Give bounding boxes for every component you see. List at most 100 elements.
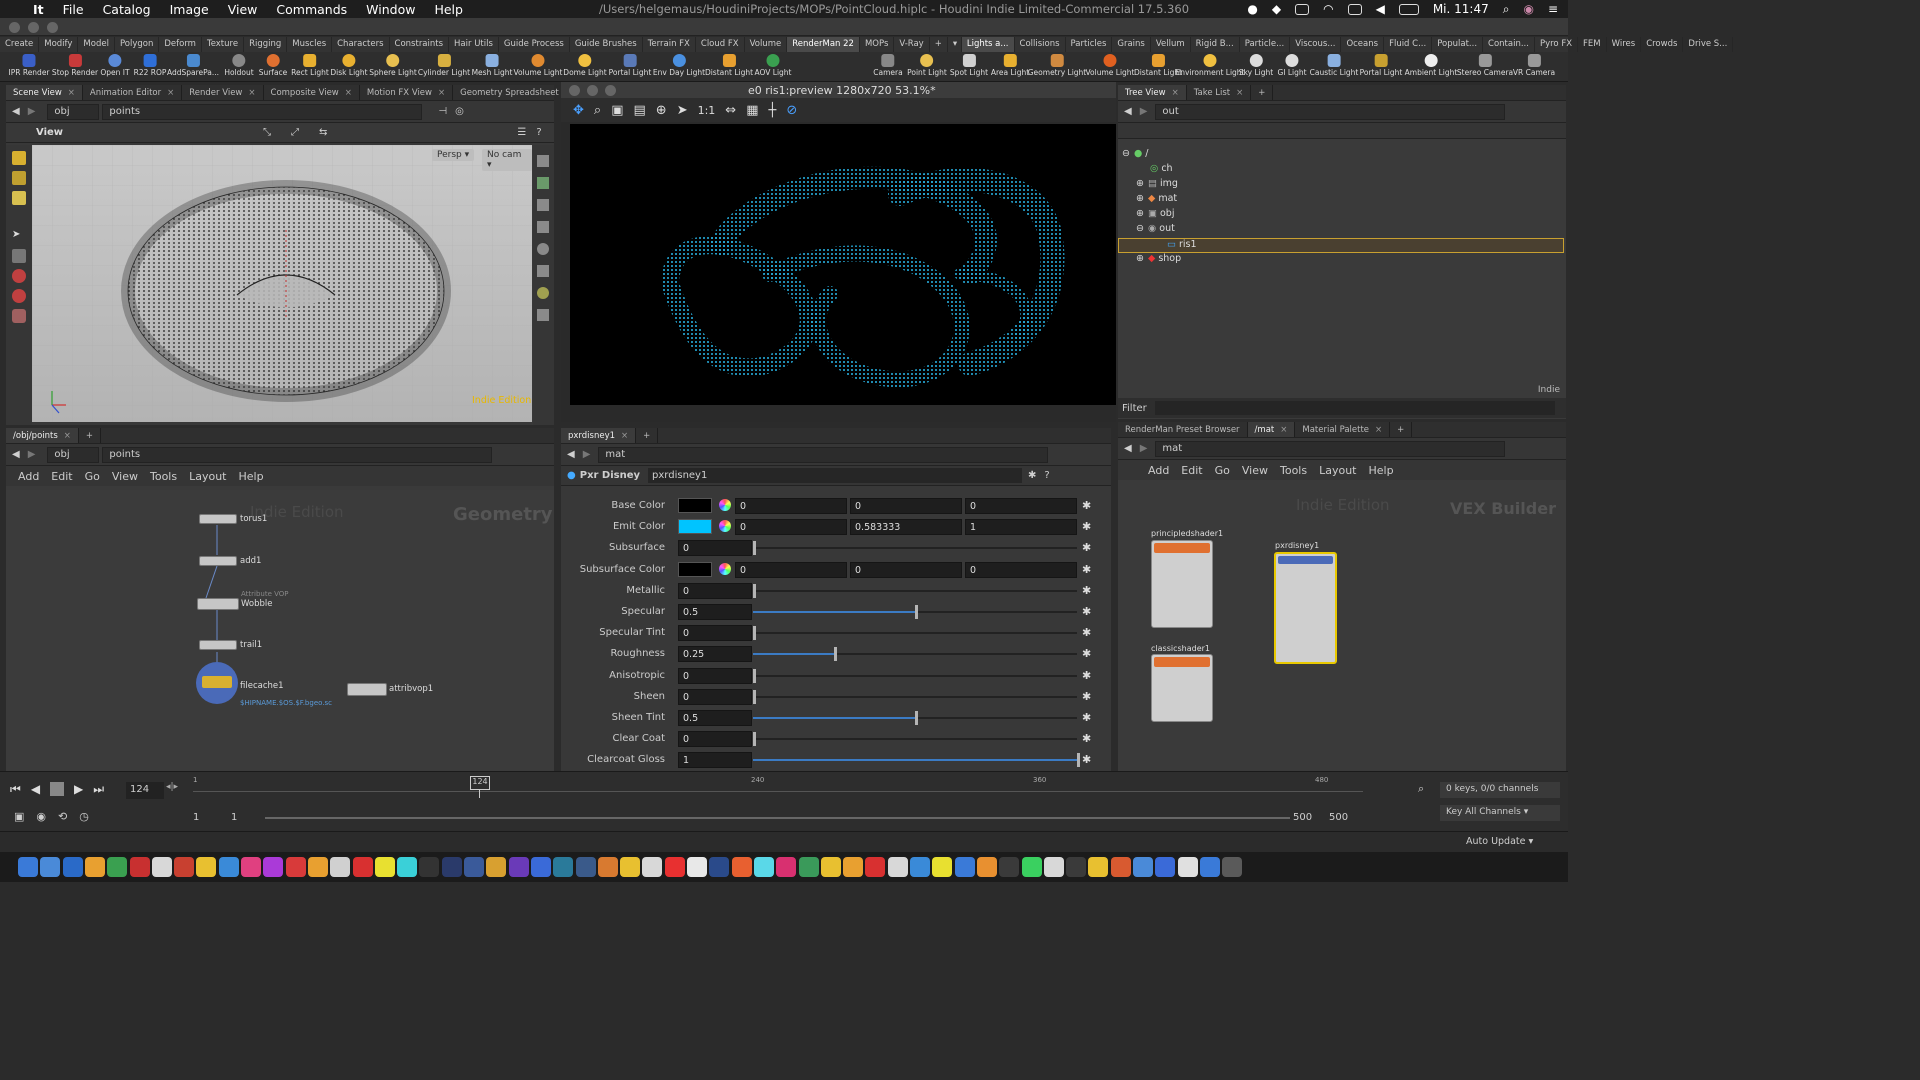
- menu-layout[interactable]: Layout: [1319, 464, 1356, 477]
- pointer-icon-2[interactable]: ➤: [677, 103, 688, 118]
- distant-light-button[interactable]: Distant Light: [705, 54, 753, 77]
- add-tab-button[interactable]: +: [79, 428, 102, 443]
- step-arrows-icon[interactable]: ◂|▸: [166, 782, 178, 792]
- back-arrow-icon[interactable]: ◀: [12, 449, 20, 460]
- key-mode-select[interactable]: Key All Channels ▾: [1440, 805, 1560, 821]
- dropbox-icon[interactable]: ◆: [1272, 2, 1281, 16]
- network-path-root[interactable]: obj: [47, 446, 100, 463]
- dock-app-icon[interactable]: [1155, 857, 1176, 877]
- shelf-tab[interactable]: Pyro FX: [1535, 37, 1579, 52]
- close-window-button[interactable]: [9, 22, 20, 33]
- menu-file[interactable]: File: [63, 2, 84, 17]
- crosshair-icon[interactable]: ┼: [769, 103, 777, 118]
- current-frame-marker[interactable]: 124: [470, 776, 490, 790]
- dock-app-icon[interactable]: [1066, 857, 1087, 877]
- menu-tools[interactable]: Tools: [1280, 464, 1307, 477]
- notification-icon[interactable]: ≡: [1548, 2, 1558, 16]
- help-icon[interactable]: ?: [536, 127, 541, 138]
- jump-start-icon[interactable]: ⏮: [10, 782, 21, 797]
- menu-commands[interactable]: Commands: [276, 2, 347, 17]
- dock-app-icon[interactable]: [620, 857, 641, 877]
- select-icon[interactable]: [12, 151, 26, 165]
- render-minimize-button[interactable]: [587, 84, 598, 96]
- gear-icon[interactable]: ✱: [1082, 541, 1091, 554]
- menu-catalog[interactable]: Catalog: [103, 2, 151, 17]
- menu-view[interactable]: View: [112, 470, 138, 483]
- shelf-tab[interactable]: Hair Utils: [449, 37, 499, 52]
- play-back-icon[interactable]: ◀: [31, 782, 40, 797]
- dock-app-icon[interactable]: [887, 857, 908, 877]
- dock-app-icon[interactable]: [397, 857, 418, 877]
- dock-app-icon[interactable]: [419, 857, 440, 877]
- pointer-icon[interactable]: ➤: [12, 229, 26, 243]
- dock-app-icon[interactable]: [241, 857, 261, 877]
- node-attribvop1[interactable]: [347, 683, 387, 696]
- color-swatch[interactable]: [678, 519, 712, 535]
- shelf-menu-icon[interactable]: ▾: [948, 37, 962, 52]
- shelf-tab[interactable]: Characters: [332, 37, 390, 52]
- rect-light-button[interactable]: Rect Light: [291, 54, 329, 77]
- menu-help[interactable]: Help: [239, 470, 264, 483]
- zoom-window-button[interactable]: [47, 22, 58, 33]
- add-spare-params-button[interactable]: AddSparePa...: [167, 54, 219, 77]
- slider-handle[interactable]: [753, 732, 756, 747]
- one-to-one-icon[interactable]: 1:1: [698, 104, 716, 117]
- range-start[interactable]: 1: [193, 812, 199, 823]
- range-end-2[interactable]: 500: [1329, 812, 1348, 823]
- param-value-field[interactable]: 0.5: [678, 710, 752, 726]
- caustic-light-button[interactable]: Caustic Light: [1310, 54, 1358, 77]
- audio-icon[interactable]: ◉: [36, 810, 46, 823]
- color-swatch[interactable]: [678, 561, 712, 577]
- node-torus1[interactable]: [199, 514, 237, 524]
- env-day-light-button[interactable]: Env Day Light: [653, 54, 705, 77]
- dock-app-icon[interactable]: [352, 857, 373, 877]
- shelf-tab[interactable]: Texture: [202, 37, 245, 52]
- clock-icon[interactable]: ◷: [79, 810, 89, 823]
- tab-animation-editor[interactable]: Animation Editor ×: [83, 85, 183, 100]
- shelf-tab[interactable]: Terrain FX: [643, 37, 696, 52]
- dock-app-icon[interactable]: [954, 857, 975, 877]
- shelf-tab[interactable]: Muscles: [287, 37, 333, 52]
- shelf-tab[interactable]: Particles: [1066, 37, 1113, 52]
- shelf-tab[interactable]: Vellum: [1151, 37, 1191, 52]
- shelf-tab[interactable]: Rigging: [244, 37, 288, 52]
- dock-app-icon[interactable]: [1177, 857, 1198, 877]
- slider-handle[interactable]: [753, 583, 756, 598]
- dock-app-icon[interactable]: [597, 857, 618, 877]
- param-value-field[interactable]: 0.25: [678, 646, 752, 663]
- shelf-tab[interactable]: Cloud FX: [696, 37, 745, 52]
- zoom-icon[interactable]: ⌕: [594, 103, 601, 118]
- dock-app-icon[interactable]: [1133, 857, 1153, 877]
- shelf-tab[interactable]: Crowds: [1641, 37, 1684, 52]
- gear-icon[interactable]: ✱: [1082, 584, 1091, 597]
- param-slider[interactable]: [753, 626, 1077, 641]
- tab-composite-view[interactable]: Composite View ×: [264, 85, 360, 100]
- param-value-field[interactable]: 0: [965, 498, 1077, 514]
- params-path-field[interactable]: mat: [598, 446, 1049, 463]
- slider-handle[interactable]: [1077, 753, 1080, 768]
- shelf-tab[interactable]: Wires: [1607, 37, 1642, 52]
- shelf-tab[interactable]: Grains: [1112, 37, 1151, 52]
- vex-canvas[interactable]: Indie Edition VEX Builder principledshad…: [1118, 486, 1566, 771]
- dock-app-icon[interactable]: [932, 857, 953, 877]
- slider-handle[interactable]: [753, 668, 756, 683]
- camera-menu[interactable]: No cam ▾: [482, 149, 532, 171]
- gear-icon[interactable]: ✱: [1082, 626, 1091, 639]
- slider-handle[interactable]: [753, 689, 756, 704]
- gear-icon[interactable]: ✱: [1082, 690, 1091, 703]
- stop-render-button[interactable]: Stop Render: [52, 54, 98, 77]
- dock-app-icon[interactable]: [1222, 857, 1243, 877]
- select-tool-icon[interactable]: ⤡: [263, 127, 271, 138]
- shelf-tab[interactable]: Guide Brushes: [570, 37, 643, 52]
- dock-app-icon[interactable]: [976, 857, 997, 877]
- dock-app-icon[interactable]: [129, 857, 150, 877]
- surface-button[interactable]: Surface: [259, 54, 287, 77]
- shelf-tab[interactable]: Constraints: [390, 37, 450, 52]
- dock-app-icon[interactable]: [731, 857, 752, 877]
- menu-go[interactable]: Go: [1215, 464, 1230, 477]
- dock-app-icon[interactable]: [40, 857, 61, 877]
- record-icon[interactable]: [12, 289, 26, 303]
- menu-view[interactable]: View: [228, 2, 258, 17]
- dock-app-icon[interactable]: [865, 857, 886, 877]
- brush-icon[interactable]: [12, 191, 26, 205]
